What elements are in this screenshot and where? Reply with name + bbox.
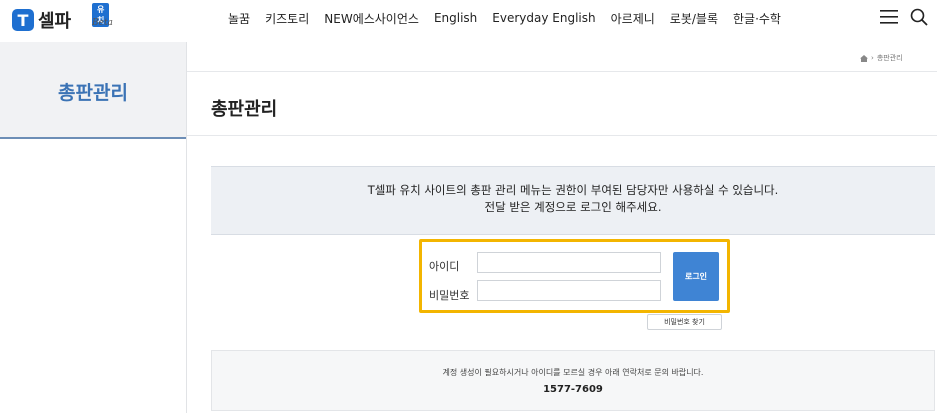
sidebar-title: 총판관리: [58, 82, 128, 104]
home-icon[interactable]: [860, 54, 868, 62]
sidebar-divider: [186, 42, 187, 413]
notice-box: T셀파 유치 사이트의 총판 관리 메뉴는 권한이 부여된 담당자만 사용하실 …: [211, 166, 935, 235]
password-input[interactable]: [477, 280, 661, 301]
nav-item-arjeni[interactable]: 아르제니: [611, 10, 655, 27]
contact-message: 계정 생성이 필요하시거나 아이디를 모르실 경우 아래 연락처로 문의 바랍니…: [442, 368, 704, 377]
notice-line-1: T셀파 유치 사이트의 총판 관리 메뉴는 권한이 부여된 담당자만 사용하실 …: [367, 183, 779, 197]
nav-item-new-science[interactable]: NEW에스사이언스: [324, 10, 419, 27]
logo-name: 셀파: [38, 11, 72, 32]
login-button[interactable]: 로그인: [673, 252, 719, 301]
breadcrumb-separator-icon: ›: [871, 54, 874, 62]
hamburger-menu-icon[interactable]: [880, 10, 898, 24]
contact-phone: 1577-7609: [543, 384, 603, 395]
divider: [187, 135, 937, 136]
find-password-button[interactable]: 비밀번호 찾기: [647, 314, 722, 330]
top-nav: 놀꿈 키즈토리 NEW에스사이언스 English Everyday Engli…: [228, 0, 796, 36]
breadcrumb-current: 총판관리: [876, 54, 903, 62]
nav-item-hangul-math[interactable]: 한글·수학: [733, 10, 781, 27]
search-icon[interactable]: [910, 8, 928, 26]
nav-item-everyday-english[interactable]: Everyday English: [492, 11, 595, 25]
page-title: 총판관리: [211, 99, 278, 120]
nav-item-robot-block[interactable]: 로봇/블록: [670, 10, 718, 27]
divider: [187, 71, 937, 72]
login-form: 아이디 비밀번호 로그인: [419, 239, 730, 313]
id-input[interactable]: [477, 252, 661, 273]
notice-line-2: 전달 받은 계정으로 로그인 해주세요.: [484, 200, 662, 214]
contact-box: 계정 생성이 필요하시거나 아이디를 모르실 경우 아래 연락처로 문의 바랍니…: [211, 350, 935, 411]
logo-beta: Beta: [92, 18, 113, 28]
header: T 셀파 유치 Beta 놀꿈 키즈토리 NEW에스사이언스 English E…: [0, 0, 937, 42]
id-label: 아이디: [429, 260, 460, 273]
logo[interactable]: T 셀파 유치 Beta: [12, 3, 113, 36]
nav-item-nolkkum[interactable]: 놀꿈: [228, 10, 250, 27]
logo-mark: T: [12, 9, 34, 31]
password-label: 비밀번호: [429, 289, 470, 302]
nav-item-kidstory[interactable]: 키즈토리: [265, 10, 309, 27]
breadcrumb: › 총판관리: [860, 53, 903, 63]
nav-item-english[interactable]: English: [434, 11, 477, 25]
